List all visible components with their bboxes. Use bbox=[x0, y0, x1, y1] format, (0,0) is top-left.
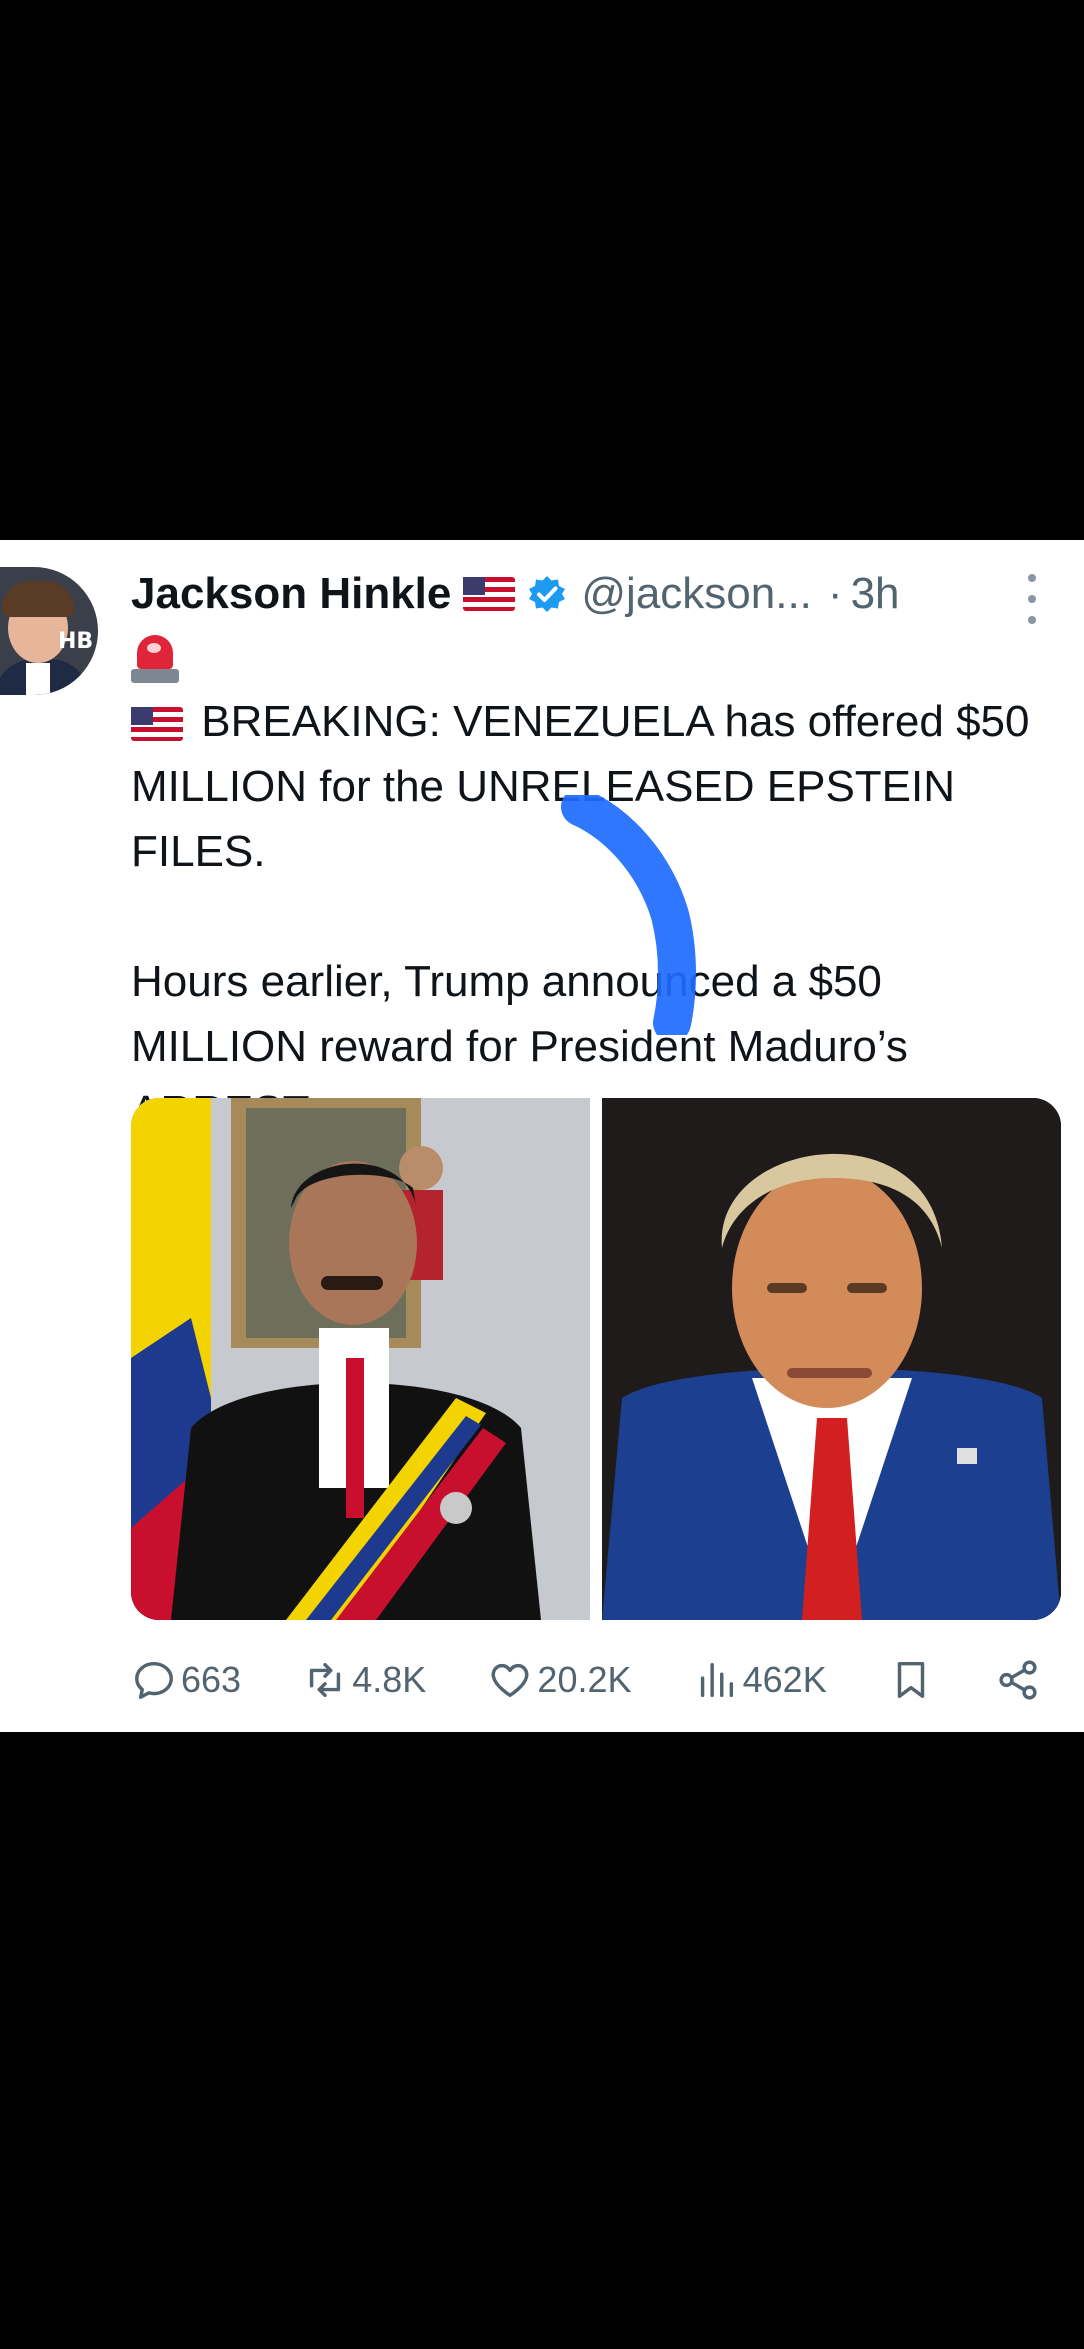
more-vertical-icon[interactable] bbox=[1022, 574, 1042, 624]
heart-icon bbox=[491, 1663, 529, 1698]
photo-left[interactable] bbox=[131, 1098, 590, 1620]
author-name[interactable]: Jackson Hinkle bbox=[131, 569, 451, 619]
author-handle[interactable]: @jackson... bbox=[581, 569, 812, 619]
reply-icon bbox=[135, 1661, 173, 1699]
photo-right[interactable] bbox=[602, 1098, 1061, 1620]
us-flag-icon bbox=[463, 577, 516, 611]
bookmark-button[interactable] bbox=[888, 1657, 934, 1703]
tweet-header: Jackson Hinkle @jackson... · 3h bbox=[131, 564, 1031, 624]
avatar-tag: HB bbox=[58, 629, 94, 654]
repost-count: 4.8K bbox=[352, 1659, 427, 1700]
avatar[interactable]: HB bbox=[0, 567, 98, 695]
siren-icon bbox=[131, 633, 179, 685]
views-button[interactable]: 462K bbox=[693, 1657, 827, 1703]
separator-dot: · bbox=[827, 569, 843, 618]
blue-pen-mark bbox=[561, 795, 696, 1035]
us-flag-icon-2 bbox=[131, 707, 183, 742]
share-button[interactable] bbox=[995, 1657, 1041, 1703]
like-button[interactable]: 20.2K bbox=[487, 1657, 632, 1703]
tweet-card[interactable]: HB Jackson Hinkle @jackson... · 3h BREAK… bbox=[0, 540, 1084, 1732]
share-icon bbox=[999, 1660, 1037, 1700]
views-bar-chart-icon bbox=[700, 1662, 733, 1698]
verified-badge-icon bbox=[529, 576, 566, 612]
timestamp[interactable]: 3h bbox=[851, 569, 900, 619]
action-bar: 663 4.8K 20.2K 462K bbox=[131, 1640, 1041, 1720]
tweet-paragraph-1 bbox=[131, 624, 1031, 689]
repost-icon bbox=[310, 1662, 341, 1698]
view-count: 462K bbox=[742, 1659, 827, 1700]
reply-count: 663 bbox=[181, 1659, 242, 1700]
bookmark-icon bbox=[897, 1661, 925, 1699]
tweet-media[interactable] bbox=[131, 1098, 1061, 1620]
like-count: 20.2K bbox=[537, 1659, 632, 1700]
avatar-hair bbox=[2, 581, 74, 617]
repost-button[interactable]: 4.8K bbox=[302, 1657, 426, 1703]
reply-button[interactable]: 663 bbox=[131, 1657, 241, 1703]
avatar-collar bbox=[26, 663, 50, 695]
venezuela-flag-icon bbox=[185, 642, 237, 676]
